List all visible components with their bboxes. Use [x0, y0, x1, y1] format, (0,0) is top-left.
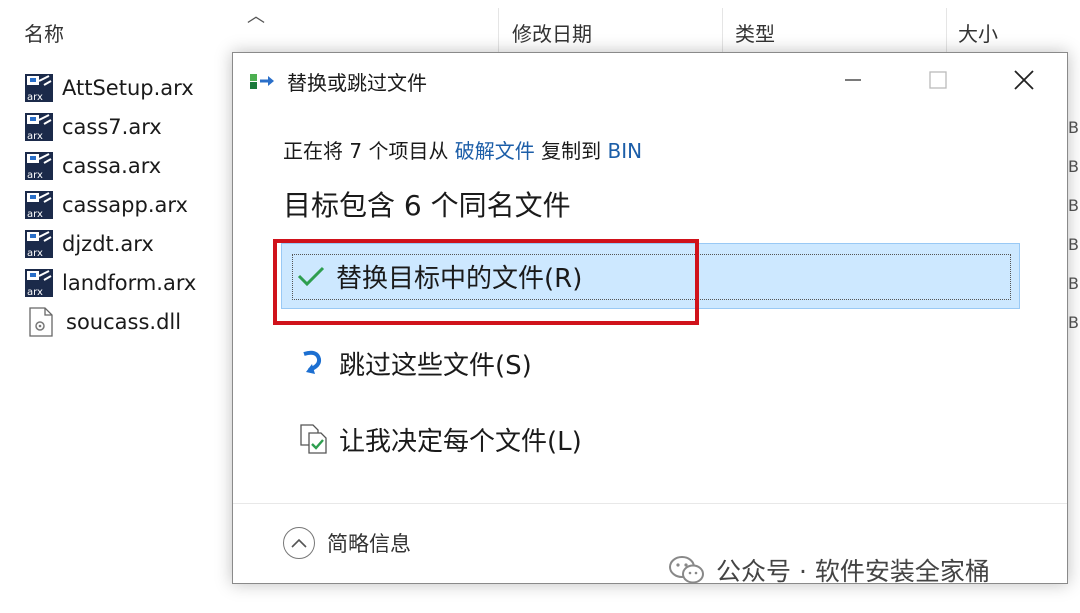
compare-files-icon: [299, 423, 333, 455]
file-name: cassa.arx: [62, 154, 162, 178]
file-transfer-icon: [250, 74, 274, 89]
svg-text:arx: arx: [27, 131, 43, 142]
watermark-text: 公众号 · 软件安装全家桶: [716, 557, 990, 586]
target-folder-link[interactable]: BIN: [608, 139, 643, 163]
copy-prefix-text: 正在将 7 个项目从: [283, 139, 455, 163]
dialog-title: 替换或跳过文件: [287, 71, 427, 95]
file-name: AttSetup.arx: [62, 76, 194, 100]
annotation-highlight-box: [273, 239, 699, 325]
svg-text:arx: arx: [27, 209, 43, 220]
file-size-cell: B: [1068, 196, 1079, 215]
source-folder-link[interactable]: 破解文件: [455, 139, 535, 163]
svg-text:arx: arx: [27, 170, 43, 181]
skip-arrow-icon: [299, 348, 333, 378]
arx-file-icon: arx: [25, 152, 53, 181]
wechat-icon: [669, 556, 704, 584]
column-divider[interactable]: [946, 8, 947, 52]
maximize-icon: [929, 71, 947, 89]
file-row[interactable]: arx cassa.arx: [24, 150, 161, 182]
file-name: soucass.dll: [66, 310, 182, 334]
conflict-heading: 目标包含 6 个同名文件: [283, 189, 571, 222]
wechat-watermark: 公众号 · 软件安装全家桶: [668, 552, 990, 588]
file-row[interactable]: arx AttSetup.arx: [24, 72, 194, 104]
decide-each-file-label: 让我决定每个文件(L): [339, 426, 582, 457]
file-row[interactable]: arx cassapp.arx: [24, 189, 188, 221]
column-divider[interactable]: [498, 8, 499, 52]
column-header-name[interactable]: 名称: [24, 18, 64, 47]
minimize-button[interactable]: [828, 61, 878, 99]
file-size-cell: B: [1068, 313, 1079, 332]
file-name: landform.arx: [62, 271, 197, 295]
copy-middle-text: 复制到: [534, 139, 608, 163]
copy-status-line: 正在将 7 个项目从 破解文件 复制到 BIN: [283, 135, 642, 164]
file-row[interactable]: arx landform.arx: [24, 267, 196, 299]
dll-file-icon: [29, 307, 53, 337]
skip-files-option[interactable]: 跳过这些文件(S): [281, 331, 532, 395]
file-size-cell: B: [1068, 157, 1079, 176]
arx-file-icon: arx: [25, 191, 53, 220]
svg-text:arx: arx: [27, 92, 43, 103]
fewer-details-toggle[interactable]: 简略信息: [283, 527, 411, 559]
column-header-size[interactable]: 大小: [958, 18, 998, 47]
arx-file-icon: arx: [25, 269, 53, 298]
close-icon: [1014, 70, 1034, 90]
file-name: cassapp.arx: [62, 193, 188, 217]
replace-or-skip-dialog: 替换或跳过文件 正在将 7 个项目从 破解文件 复制到 BIN 目标包含 6 个…: [232, 52, 1068, 584]
close-button[interactable]: [999, 61, 1049, 99]
fewer-details-label: 简略信息: [327, 532, 411, 556]
file-size-cell: B: [1068, 274, 1079, 293]
minimize-icon: [845, 79, 861, 81]
file-size-cell: B: [1068, 235, 1079, 254]
file-name: cass7.arx: [62, 115, 162, 139]
column-header-type[interactable]: 类型: [735, 18, 775, 47]
svg-text:arx: arx: [27, 248, 43, 259]
file-row[interactable]: soucass.dll: [24, 306, 181, 338]
file-row[interactable]: arx djzdt.arx: [24, 228, 154, 260]
arx-file-icon: arx: [25, 74, 53, 103]
file-name: djzdt.arx: [62, 232, 154, 256]
footer-divider: [233, 503, 1067, 504]
dialog-titlebar[interactable]: 替换或跳过文件: [233, 53, 1067, 105]
arx-file-icon: arx: [25, 230, 53, 259]
file-size-cell: B: [1068, 118, 1079, 137]
chevron-up-icon: [283, 527, 315, 559]
maximize-button[interactable]: [913, 61, 963, 99]
skip-files-label: 跳过这些文件(S): [339, 350, 532, 381]
column-divider[interactable]: [722, 8, 723, 52]
arx-file-icon: arx: [25, 113, 53, 142]
svg-text:arx: arx: [27, 287, 43, 298]
sort-ascending-icon[interactable]: ︿: [247, 2, 265, 28]
decide-each-file-option[interactable]: 让我决定每个文件(L): [281, 407, 582, 471]
file-row[interactable]: arx cass7.arx: [24, 111, 162, 143]
column-header-modified[interactable]: 修改日期: [512, 18, 592, 47]
